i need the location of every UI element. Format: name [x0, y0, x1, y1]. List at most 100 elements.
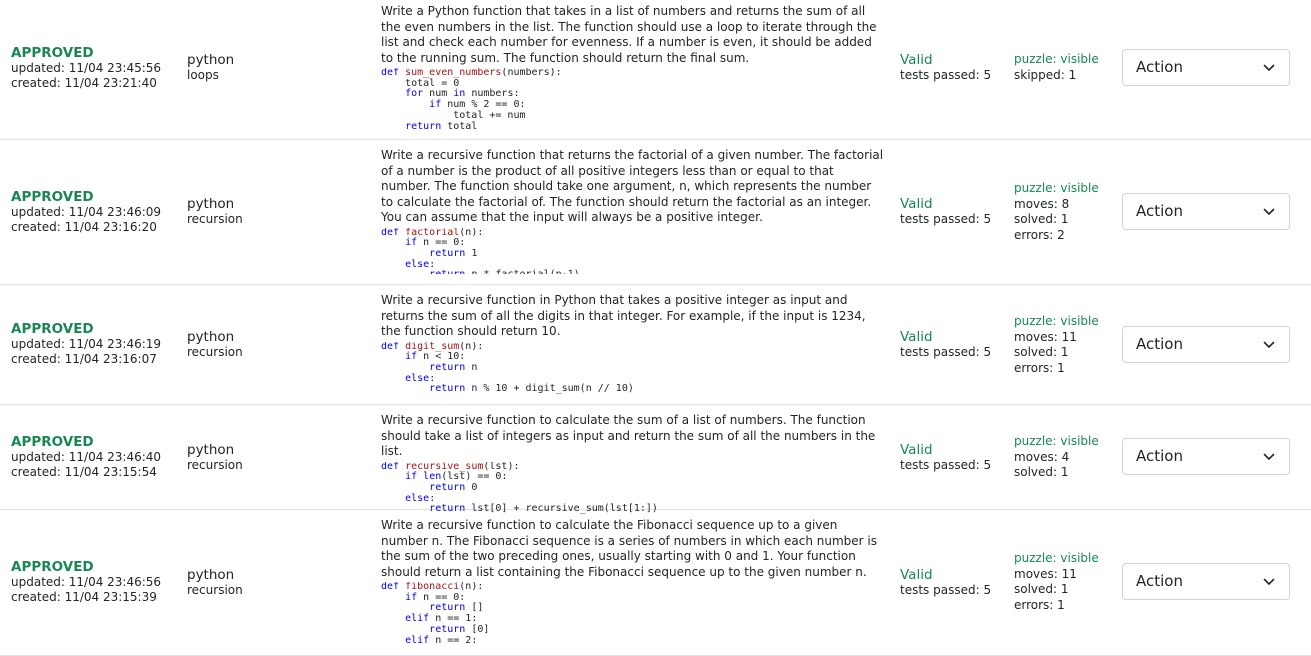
action-dropdown[interactable]: Action — [1122, 326, 1290, 363]
chevron-down-icon — [1263, 578, 1275, 585]
action-label: Action — [1136, 572, 1183, 590]
action-label: Action — [1136, 447, 1183, 465]
language-cell: python recursion — [187, 442, 243, 473]
list-item: APPROVED updated: 11/04 23:46:09 created… — [0, 140, 1311, 285]
validity-status: Valid — [900, 196, 933, 212]
chevron-down-icon — [1263, 208, 1275, 215]
validity-status: Valid — [900, 567, 933, 583]
description-text: Write a recursive function to calculate … — [381, 413, 876, 458]
list-item: APPROVED updated: 11/04 23:46:56 created… — [0, 510, 1311, 656]
status-cell: APPROVED updated: 11/04 23:46:19 created… — [11, 321, 161, 367]
validity-cell: Valid tests passed: 5 — [900, 442, 991, 473]
action-dropdown[interactable]: Action — [1122, 563, 1290, 600]
topic-label: recursion — [187, 212, 243, 226]
status-badge: APPROVED — [11, 321, 94, 337]
stat-line: solved: 1 — [1014, 212, 1069, 226]
stats-cell: puzzle: visible skipped: 1 — [1014, 52, 1099, 83]
description-text: Write a recursive function in Python tha… — [381, 293, 866, 338]
code-snippet: def sum_even_numbers(numbers): total = 0… — [381, 68, 562, 132]
status-badge: APPROVED — [11, 434, 94, 450]
description-cell: Write a Python function that takes in a … — [381, 4, 887, 133]
puzzle-visibility: puzzle: visible — [1014, 314, 1099, 328]
stat-line: errors: 2 — [1014, 227, 1065, 242]
stats-cell: puzzle: visible moves: 8 solved: 1 error… — [1014, 181, 1099, 243]
language-cell: python recursion — [187, 329, 243, 360]
tests-passed: tests passed: 5 — [900, 345, 992, 359]
action-label: Action — [1136, 58, 1183, 76]
status-badge: APPROVED — [11, 559, 94, 575]
action-dropdown[interactable]: Action — [1122, 49, 1290, 86]
updated-timestamp: updated: 11/04 23:46:40 — [11, 450, 162, 464]
tests-passed: tests passed: 5 — [900, 68, 992, 82]
stat-line: moves: 11 — [1014, 329, 1077, 344]
language-label: python — [187, 567, 235, 583]
action-dropdown[interactable]: Action — [1122, 438, 1290, 475]
stat-line: moves: 11 — [1014, 566, 1077, 581]
code-snippet: def fibonacci(n): if n == 0: return [] e… — [381, 582, 490, 646]
code-snippet: def factorial(n): if n == 0: return 1 el… — [381, 227, 580, 274]
language-label: python — [187, 196, 235, 212]
language-label: python — [187, 442, 235, 458]
created-timestamp: created: 11/04 23:16:20 — [11, 220, 157, 234]
description-cell: Write a recursive function that returns … — [381, 148, 887, 274]
updated-timestamp: updated: 11/04 23:46:19 — [11, 337, 162, 351]
updated-timestamp: updated: 11/04 23:45:56 — [11, 61, 162, 75]
validity-status: Valid — [900, 442, 933, 458]
status-badge: APPROVED — [11, 189, 94, 205]
validity-cell: Valid tests passed: 5 — [900, 329, 991, 360]
tests-passed: tests passed: 5 — [900, 458, 992, 472]
topic-label: recursion — [187, 458, 243, 472]
description-text: Write a recursive function that returns … — [381, 148, 884, 224]
created-timestamp: created: 11/04 23:15:39 — [11, 590, 157, 604]
topic-label: loops — [187, 68, 219, 82]
stat-line: solved: 1 — [1014, 582, 1069, 596]
puzzle-visibility: puzzle: visible — [1014, 551, 1099, 565]
topic-label: recursion — [187, 345, 243, 359]
action-label: Action — [1136, 335, 1183, 353]
created-timestamp: created: 11/04 23:15:54 — [11, 465, 157, 479]
status-cell: APPROVED updated: 11/04 23:46:40 created… — [11, 434, 161, 480]
stat-line: moves: 4 — [1014, 449, 1070, 464]
language-cell: python loops — [187, 52, 234, 83]
language-label: python — [187, 52, 235, 68]
puzzle-visibility: puzzle: visible — [1014, 181, 1099, 195]
description-cell: Write a recursive function to calculate … — [381, 413, 887, 518]
topic-label: recursion — [187, 583, 243, 597]
description-text: Write a recursive function to calculate … — [381, 518, 877, 579]
stat-line: errors: 1 — [1014, 597, 1065, 612]
updated-timestamp: updated: 11/04 23:46:09 — [11, 205, 162, 219]
status-badge: APPROVED — [11, 45, 94, 61]
stat-line: moves: 8 — [1014, 196, 1070, 211]
chevron-down-icon — [1263, 341, 1275, 348]
status-cell: APPROVED updated: 11/04 23:45:56 created… — [11, 45, 161, 91]
chevron-down-icon — [1263, 453, 1275, 460]
code-snippet: def digit_sum(n): if n < 10: return n el… — [381, 341, 634, 395]
puzzle-list: APPROVED updated: 11/04 23:45:56 created… — [0, 0, 1311, 656]
validity-cell: Valid tests passed: 5 — [900, 196, 991, 227]
created-timestamp: created: 11/04 23:21:40 — [11, 76, 157, 90]
description-text: Write a Python function that takes in a … — [381, 4, 877, 65]
created-timestamp: created: 11/04 23:16:07 — [11, 352, 157, 366]
stat-line: skipped: 1 — [1014, 67, 1077, 82]
list-item: APPROVED updated: 11/04 23:46:19 created… — [0, 285, 1311, 405]
language-cell: python recursion — [187, 567, 243, 598]
action-label: Action — [1136, 202, 1183, 220]
validity-cell: Valid tests passed: 5 — [900, 567, 991, 598]
list-item: APPROVED updated: 11/04 23:45:56 created… — [0, 0, 1311, 140]
stats-cell: puzzle: visible moves: 11 solved: 1 erro… — [1014, 551, 1099, 613]
validity-status: Valid — [900, 52, 933, 68]
list-item: APPROVED updated: 11/04 23:46:40 created… — [0, 405, 1311, 514]
chevron-down-icon — [1263, 64, 1275, 71]
stat-line: solved: 1 — [1014, 345, 1069, 359]
tests-passed: tests passed: 5 — [900, 583, 992, 597]
stats-cell: puzzle: visible moves: 11 solved: 1 erro… — [1014, 314, 1099, 376]
stat-line: errors: 1 — [1014, 360, 1065, 375]
updated-timestamp: updated: 11/04 23:46:56 — [11, 575, 162, 589]
action-dropdown[interactable]: Action — [1122, 193, 1290, 230]
tests-passed: tests passed: 5 — [900, 212, 992, 226]
status-cell: APPROVED updated: 11/04 23:46:56 created… — [11, 559, 161, 605]
stats-cell: puzzle: visible moves: 4 solved: 1 — [1014, 434, 1099, 481]
stat-line: solved: 1 — [1014, 465, 1069, 479]
language-label: python — [187, 329, 235, 345]
validity-status: Valid — [900, 329, 933, 345]
